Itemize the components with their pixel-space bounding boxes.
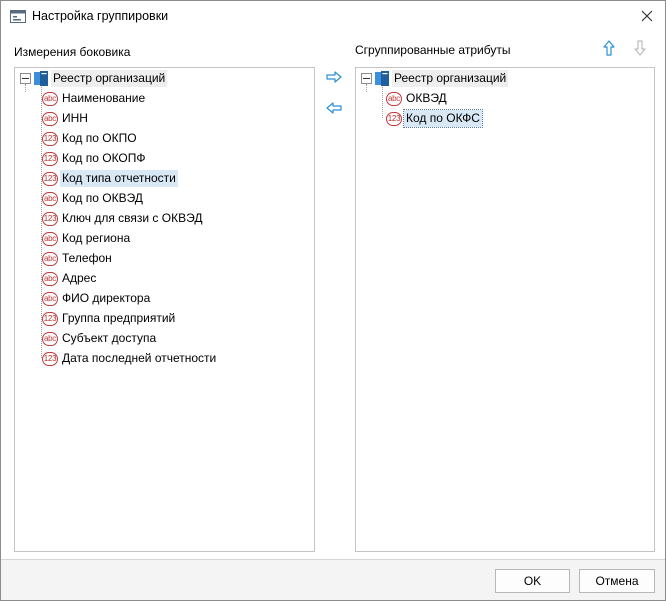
close-icon bbox=[641, 10, 653, 22]
tree-item[interactable]: abc Код по ОКВЭД bbox=[42, 189, 145, 208]
string-type-icon: abc bbox=[42, 91, 58, 106]
number-type-icon: 123 bbox=[42, 131, 58, 146]
number-type-icon: 123 bbox=[42, 351, 58, 366]
ok-button[interactable]: OK bbox=[495, 569, 570, 593]
tree-item-label: ФИО директора bbox=[62, 291, 151, 305]
registry-icon bbox=[34, 71, 48, 86]
right-tree[interactable]: Реестр организаций abc ОКВЭД 123 Код по … bbox=[355, 67, 655, 552]
tree-item[interactable]: abc Код региона bbox=[42, 229, 132, 248]
tree-item-selected[interactable]: 123 Код по ОКФС bbox=[386, 109, 483, 128]
tree-item-label: Адрес bbox=[62, 271, 97, 285]
tree-item-label: Код типа отчетности bbox=[60, 170, 178, 187]
tree-item-selected[interactable]: 123 Код типа отчетности bbox=[42, 169, 178, 188]
number-type-icon: 123 bbox=[42, 171, 58, 186]
tree-item-label: Код по ОКВЭД bbox=[62, 191, 143, 205]
string-type-icon: abc bbox=[42, 191, 58, 206]
string-type-icon: abc bbox=[42, 251, 58, 266]
tree-item[interactable]: abc Наименование bbox=[42, 89, 147, 108]
string-type-icon: abc bbox=[42, 231, 58, 246]
tree-item-label: Ключ для связи с ОКВЭД bbox=[62, 211, 203, 225]
tree-item-label: Код по ОКФС bbox=[403, 109, 483, 128]
move-down-button bbox=[630, 38, 650, 58]
tree-item-label: Субъект доступа bbox=[62, 331, 157, 345]
number-type-icon: 123 bbox=[42, 211, 58, 226]
tree-root-label: Реестр организаций bbox=[392, 70, 509, 87]
tree-item-label: Код по ОКПО bbox=[62, 131, 137, 145]
move-right-button[interactable] bbox=[324, 67, 344, 87]
tree-item[interactable]: abc Телефон bbox=[42, 249, 114, 268]
tree-item[interactable]: abc ОКВЭД bbox=[386, 89, 449, 108]
arrow-right-icon bbox=[326, 71, 342, 83]
title-bar: Настройка группировки bbox=[1, 1, 665, 33]
right-panel-label: Сгруппированные атрибуты bbox=[355, 43, 511, 57]
dialog-footer: OK Отмена bbox=[1, 559, 665, 600]
tree-item-label: Группа предприятий bbox=[62, 311, 176, 325]
tree-item[interactable]: 123 Дата последней отчетности bbox=[42, 349, 218, 368]
registry-icon bbox=[375, 71, 389, 86]
cancel-button-label: Отмена bbox=[595, 574, 639, 588]
tree-item[interactable]: abc Адрес bbox=[42, 269, 98, 288]
close-button[interactable] bbox=[637, 6, 657, 26]
cancel-button[interactable]: Отмена bbox=[579, 569, 655, 593]
window-title: Настройка группировки bbox=[32, 9, 169, 23]
collapse-icon[interactable] bbox=[20, 73, 31, 84]
move-left-button[interactable] bbox=[324, 98, 344, 118]
tree-item-label: Телефон bbox=[62, 251, 112, 265]
number-type-icon: 123 bbox=[42, 151, 58, 166]
tree-item[interactable]: abc ФИО директора bbox=[42, 289, 152, 308]
tree-item[interactable]: 123 Код по ОКОПФ bbox=[42, 149, 148, 168]
string-type-icon: abc bbox=[42, 111, 58, 126]
left-tree-root[interactable]: Реестр организаций bbox=[20, 69, 168, 88]
tree-item-label: Код региона bbox=[62, 231, 131, 245]
tree-item[interactable]: abc Субъект доступа bbox=[42, 329, 158, 348]
string-type-icon: abc bbox=[386, 91, 402, 106]
dialog-window: Настройка группировки Измерения боковика… bbox=[0, 0, 666, 601]
window-icon bbox=[10, 10, 26, 23]
tree-item[interactable]: 123 Группа предприятий bbox=[42, 309, 177, 328]
string-type-icon: abc bbox=[42, 271, 58, 286]
number-type-icon: 123 bbox=[42, 311, 58, 326]
move-up-button[interactable] bbox=[599, 38, 619, 58]
left-tree[interactable]: Реестр организаций abc Наименование abc … bbox=[14, 67, 315, 552]
tree-item[interactable]: 123 Ключ для связи с ОКВЭД bbox=[42, 209, 204, 228]
arrow-up-icon bbox=[603, 40, 615, 56]
tree-item-label: Наименование bbox=[62, 91, 146, 105]
string-type-icon: abc bbox=[42, 291, 58, 306]
arrow-down-icon bbox=[634, 40, 646, 56]
ok-button-label: OK bbox=[523, 574, 542, 588]
tree-root-label: Реестр организаций bbox=[51, 70, 168, 87]
tree-item[interactable]: 123 Код по ОКПО bbox=[42, 129, 139, 148]
tree-item-label: Дата последней отчетности bbox=[62, 351, 217, 365]
collapse-icon[interactable] bbox=[361, 73, 372, 84]
tree-item[interactable]: abc ИНН bbox=[42, 109, 90, 128]
string-type-icon: abc bbox=[42, 331, 58, 346]
number-type-icon: 123 bbox=[386, 111, 402, 126]
right-tree-root[interactable]: Реестр организаций bbox=[361, 69, 509, 88]
tree-item-label: ИНН bbox=[62, 111, 88, 125]
arrow-left-icon bbox=[326, 102, 342, 114]
tree-item-label: ОКВЭД bbox=[406, 91, 447, 105]
tree-item-label: Код по ОКОПФ bbox=[62, 151, 146, 165]
left-panel-label: Измерения боковика bbox=[14, 45, 131, 59]
